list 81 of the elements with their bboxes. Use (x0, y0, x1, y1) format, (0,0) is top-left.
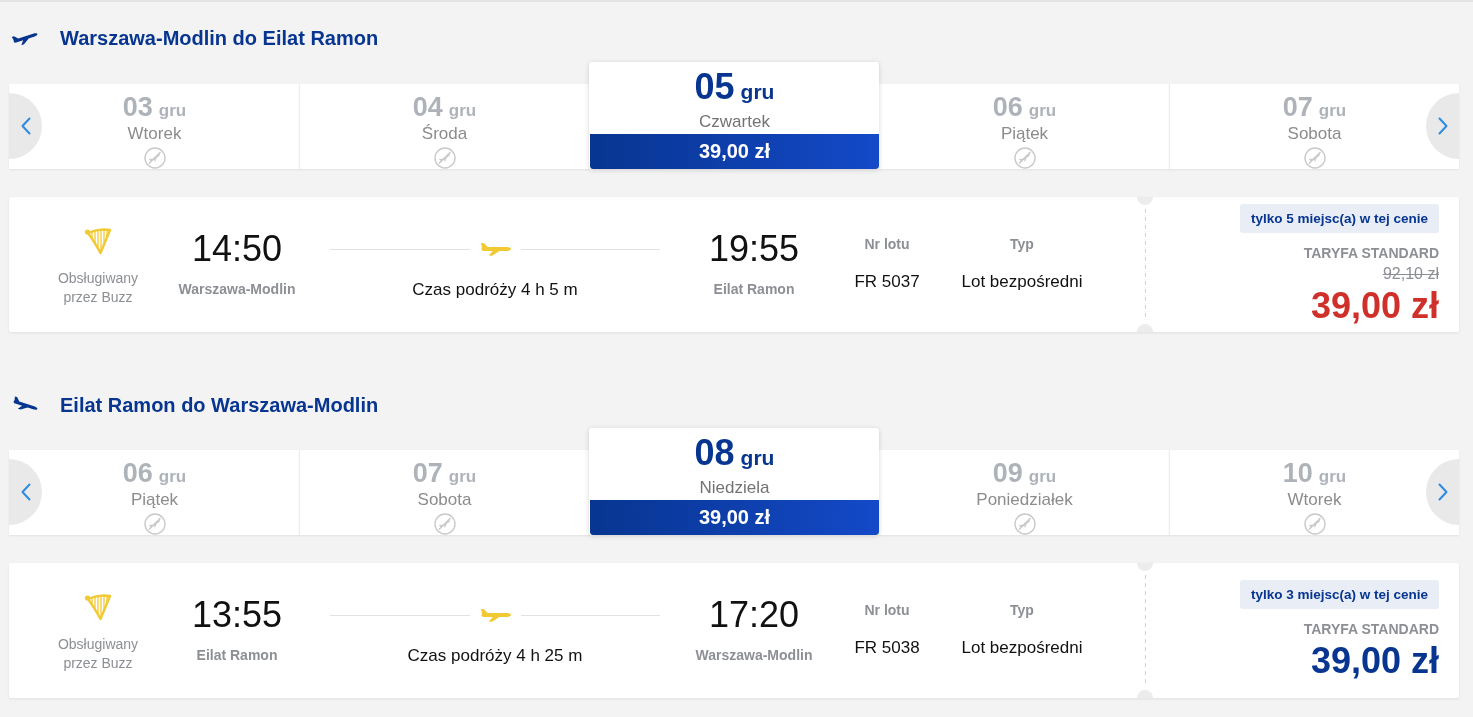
arrival-station: Warszawa-Modlin (695, 646, 813, 664)
date-price: 39,00 zł (590, 134, 879, 169)
month-label: gru (448, 100, 477, 122)
chevron-right-icon (1437, 117, 1448, 135)
operator-label: Obsługiwany przez Buzz (56, 269, 140, 307)
date-price: 39,00 zł (590, 500, 879, 535)
month-label: gru (1028, 466, 1057, 488)
seats-left-badge: tylko 5 miejsc(a) w tej cenie (1239, 203, 1439, 233)
travel-duration: Czas podróży 4 h 5 m (412, 280, 578, 300)
old-price: 92,10 zł (1382, 264, 1439, 283)
departure-time: 13:55 (191, 595, 283, 635)
flight-number-label: Nr lotu (864, 601, 910, 619)
date-tab[interactable]: 08 gru Niedziela 39,00 zł (589, 428, 879, 535)
harp-icon (84, 591, 112, 621)
weekday-label: Środa (421, 124, 468, 144)
journey-title: Warszawa-Modlin do Eilat Ramon (60, 26, 379, 51)
flight-type: Lot bezpośredni (961, 638, 1083, 658)
seats-left-badge: tylko 3 miejsc(a) w tej cenie (1239, 580, 1439, 609)
plane-icon (479, 608, 511, 622)
flight-type-label: Typ (1010, 235, 1034, 253)
chevron-left-icon (20, 117, 31, 135)
flight-card[interactable]: Obsługiwany przez Buzz 14:50 Warszawa-Modlin Czas podróży 4 h 5 m 19:55 Eilat Ramon Nr lotu FR 5037 Typ Lot bezpośredni tylko 5 miejsc(a) w tej cenie TARYFA STANDARD 92,10 zł 39,00 zł (9, 197, 1459, 332)
weekday-label: Piątek (130, 490, 179, 510)
weekday-label: Niedziela (699, 478, 770, 498)
date-tab[interactable]: 06 gru Piątek (879, 84, 1169, 169)
flight-type: Lot bezpośredni (961, 272, 1083, 292)
date-tab[interactable]: 10 gru Wtorek (1169, 450, 1459, 535)
date-tab[interactable]: 05 gru Czwartek 39,00 zł (589, 62, 879, 169)
day-number: 03 (122, 94, 153, 120)
day-number: 06 (122, 460, 153, 486)
operator-label: Obsługiwany przez Buzz (56, 635, 140, 673)
date-tab[interactable]: 03 gru Wtorek (9, 84, 299, 169)
arrival-time: 17:20 (708, 595, 800, 635)
travel-duration: Czas podróży 4 h 25 m (407, 646, 583, 666)
departure-time: 14:50 (191, 229, 283, 269)
month-label: gru (1318, 466, 1347, 488)
departure-station: Eilat Ramon (196, 646, 278, 664)
departure-station: Warszawa-Modlin (178, 280, 296, 298)
plane-icon (479, 242, 511, 256)
month-label: gru (1028, 100, 1057, 122)
month-label: gru (740, 79, 775, 105)
arrival-time: 19:55 (708, 229, 800, 269)
date-tab[interactable]: 07 gru Sobota (299, 450, 589, 535)
day-number: 08 (694, 436, 735, 470)
weekday-label: Sobota (1287, 124, 1342, 144)
flight-card[interactable]: Obsługiwany przez Buzz 13:55 Eilat Ramon Czas podróży 4 h 25 m 17:20 Warszawa-Modlin Nr lotu FR 5038 Typ Lot bezpośredni tylko 3 miejsc(a) w tej cenie TARYFA STANDARD 39,00 zł (9, 563, 1459, 698)
date-tab[interactable]: 07 gru Sobota (1169, 84, 1459, 169)
weekday-label: Sobota (417, 490, 472, 510)
chevron-right-icon (1437, 483, 1448, 501)
day-number: 06 (992, 94, 1023, 120)
weekday-label: Czwartek (699, 112, 770, 132)
month-label: gru (1318, 100, 1347, 122)
date-tab[interactable]: 06 gru Piątek (9, 450, 299, 535)
flight-number: FR 5037 (854, 272, 920, 292)
day-number: 09 (992, 460, 1023, 486)
month-label: gru (158, 100, 187, 122)
fare-price: 39,00 zł (1310, 641, 1439, 681)
flight-type-label: Typ (1010, 601, 1034, 619)
flight-number: FR 5038 (854, 638, 920, 658)
weekday-label: Wtorek (1287, 490, 1342, 510)
weekday-label: Piątek (1000, 124, 1049, 144)
day-number: 10 (1282, 460, 1313, 486)
day-number: 05 (694, 70, 735, 104)
arrival-station: Eilat Ramon (713, 280, 795, 298)
day-number: 07 (412, 460, 443, 486)
weekday-label: Poniedziałek (976, 490, 1073, 510)
journey-title: Eilat Ramon do Warszawa-Modlin (60, 393, 379, 418)
month-label: gru (158, 466, 187, 488)
weekday-label: Wtorek (127, 124, 182, 144)
flight-number-label: Nr lotu (864, 235, 910, 253)
date-tab[interactable]: 04 gru Środa (299, 84, 589, 169)
fare-price: 39,00 zł (1310, 285, 1439, 326)
month-label: gru (448, 466, 477, 488)
day-number: 04 (412, 94, 443, 120)
harp-icon (84, 225, 112, 255)
fare-label: TARYFA STANDARD (1303, 243, 1439, 262)
chevron-left-icon (20, 483, 31, 501)
month-label: gru (740, 445, 775, 471)
date-tab[interactable]: 09 gru Poniedziałek (879, 450, 1169, 535)
fare-label: TARYFA STANDARD (1303, 620, 1439, 638)
day-number: 07 (1282, 94, 1313, 120)
